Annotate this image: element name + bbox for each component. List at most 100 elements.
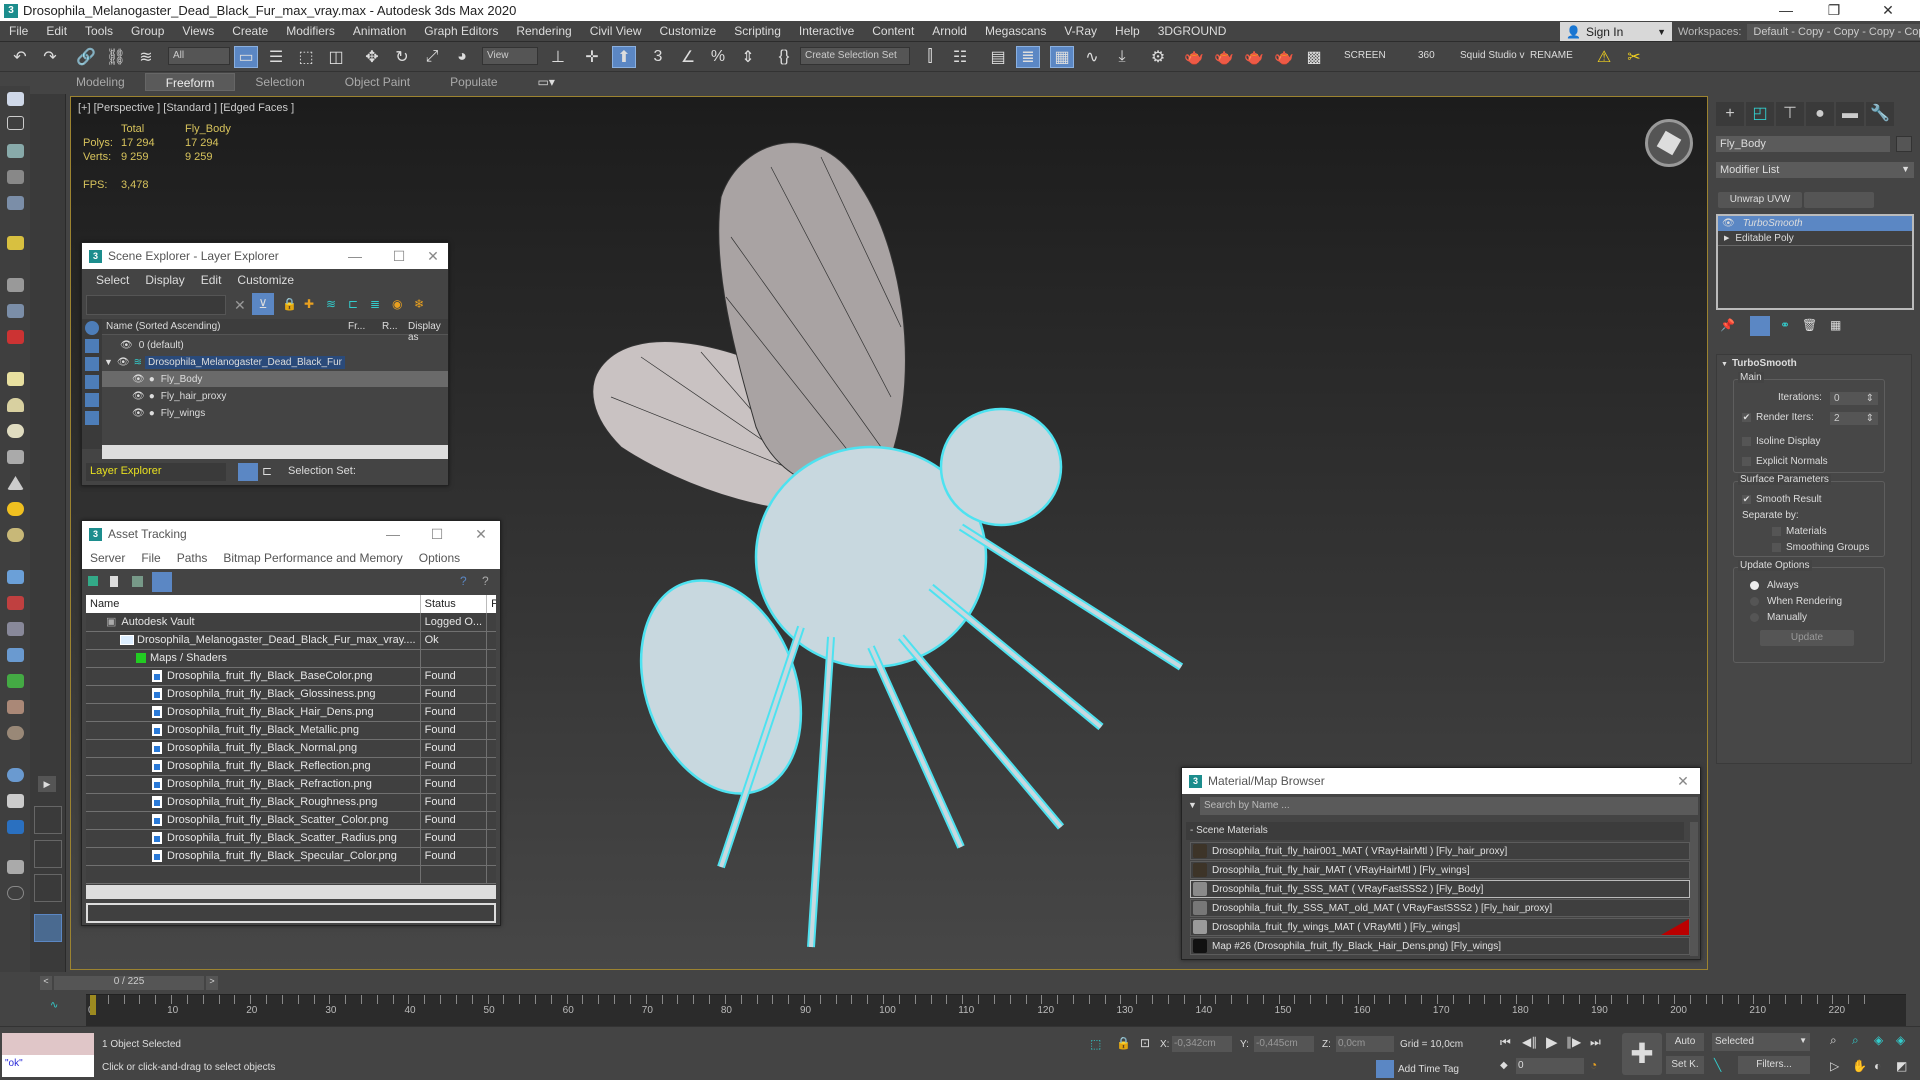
snaps-toggle-icon[interactable]: 3 bbox=[646, 46, 670, 68]
asset-tracking-titlebar[interactable]: 3 Asset Tracking — ☐ ✕ bbox=[82, 521, 500, 547]
cloud-icon[interactable] bbox=[7, 116, 24, 130]
close-button[interactable]: ✕ bbox=[1866, 0, 1910, 21]
next-frame-button[interactable]: > bbox=[206, 976, 218, 990]
tab-populate[interactable]: Populate bbox=[430, 73, 517, 91]
horizontal-scrollbar[interactable] bbox=[102, 445, 448, 459]
create-tab-icon[interactable]: + bbox=[1716, 102, 1744, 126]
teapot-create-icon[interactable] bbox=[7, 92, 24, 106]
materials-checkbox[interactable]: Materials bbox=[1772, 526, 1827, 537]
mesh-light-icon[interactable] bbox=[7, 450, 24, 464]
curve-editor-toggle-icon[interactable]: ∿ bbox=[50, 1000, 58, 1011]
ribbon-options-icon[interactable]: ▭▾ bbox=[518, 73, 575, 91]
display-tab-icon[interactable]: ▬ bbox=[1836, 102, 1864, 126]
column-render[interactable]: R... bbox=[382, 321, 398, 332]
set-key-big-button[interactable]: ✚ bbox=[1622, 1033, 1662, 1075]
physical-camera-icon[interactable] bbox=[7, 304, 24, 318]
object-row-selected[interactable]: 👁 ● Fly_Body bbox=[102, 371, 448, 387]
table-row[interactable]: Drosophila_fruit_fly_Black_Reflection.pn… bbox=[86, 757, 496, 776]
time-tag-icon[interactable] bbox=[1376, 1060, 1394, 1078]
layout-tab-3[interactable] bbox=[34, 874, 62, 902]
menu-edit[interactable]: Edit bbox=[37, 24, 76, 38]
layers-icon[interactable]: ≋ bbox=[326, 297, 336, 311]
pan-icon[interactable]: ✋ bbox=[1852, 1059, 1867, 1073]
plane-geometry-icon[interactable] bbox=[7, 570, 24, 584]
menu-create[interactable]: Create bbox=[223, 24, 277, 38]
viewport-label[interactable]: [+] [Perspective ] [Standard ] [Edged Fa… bbox=[78, 102, 294, 114]
update-button[interactable]: Update bbox=[1760, 630, 1854, 646]
eye-icon[interactable]: 👁 bbox=[132, 374, 145, 385]
vr-camera-icon[interactable] bbox=[7, 330, 24, 344]
scissors-icon[interactable]: ✂ bbox=[1622, 46, 1646, 68]
table-row[interactable]: Drosophila_fruit_fly_Black_BaseColor.png… bbox=[86, 667, 496, 686]
menu-civil-view[interactable]: Civil View bbox=[581, 24, 651, 38]
render-element-icon[interactable] bbox=[7, 794, 24, 808]
layout-tab-active[interactable] bbox=[34, 914, 62, 942]
stack-item-editable-poly[interactable]: ▶ Editable Poly bbox=[1718, 231, 1912, 246]
zoom-all-icon[interactable]: ⌕ bbox=[1852, 1033, 1859, 1048]
rollout-title[interactable]: ▼ TurboSmooth bbox=[1721, 358, 1797, 369]
zoom-extents-all-icon[interactable]: ◈ bbox=[1896, 1033, 1905, 1047]
table-row[interactable]: Drosophila_Melanogaster_Dead_Black_Fur_m… bbox=[86, 631, 496, 650]
expand-triangle-icon[interactable]: ▼ bbox=[104, 357, 113, 367]
tab-selection[interactable]: Selection bbox=[235, 73, 324, 91]
table-row[interactable]: ▣ Autodesk Vault Logged O... bbox=[86, 613, 496, 632]
x-coordinate-field[interactable]: -0,342cm bbox=[1172, 1036, 1232, 1052]
goto-end-icon[interactable]: ⏭ bbox=[1590, 1035, 1601, 1050]
explorer-mode-dropdown[interactable]: Layer Explorer bbox=[86, 463, 226, 481]
add-time-tag-button[interactable]: Add Time Tag bbox=[1398, 1064, 1459, 1075]
field-of-view-icon[interactable]: ▷ bbox=[1830, 1059, 1839, 1073]
import-icon[interactable] bbox=[7, 860, 24, 874]
spacewarps-filter-icon[interactable] bbox=[85, 411, 99, 425]
unlink-icon[interactable]: ⛓ bbox=[104, 46, 128, 68]
isoline-display-checkbox[interactable]: Isoline Display bbox=[1742, 436, 1820, 447]
material-item-selected[interactable]: Drosophila_fruit_fly_SSS_MAT ( VRayFastS… bbox=[1190, 880, 1690, 898]
object-row[interactable]: 👁 ● Fly_hair_proxy bbox=[102, 388, 448, 404]
menu-paths[interactable]: Paths bbox=[169, 551, 216, 565]
material-item[interactable]: Drosophila_fruit_fly_hair_MAT ( VRayHair… bbox=[1190, 861, 1690, 879]
menu-vray[interactable]: V-Ray bbox=[1055, 24, 1106, 38]
prev-key-icon[interactable]: ◀∥ bbox=[1522, 1035, 1537, 1049]
manually-radio[interactable]: Manually bbox=[1750, 612, 1807, 623]
menu-tools[interactable]: Tools bbox=[76, 24, 122, 38]
show-end-result-icon[interactable] bbox=[1750, 316, 1770, 336]
scene-search-input[interactable] bbox=[86, 295, 226, 315]
lock-icon[interactable]: 🔒 bbox=[282, 297, 297, 311]
stack-icon[interactable]: ≣ bbox=[370, 297, 380, 311]
rotate-icon[interactable]: ↻ bbox=[390, 46, 414, 68]
tab-object-paint[interactable]: Object Paint bbox=[325, 73, 430, 91]
current-frame-field[interactable]: 0 bbox=[1516, 1058, 1584, 1074]
utilities-tab-icon[interactable]: 🔧 bbox=[1866, 102, 1894, 126]
time-config-icon[interactable]: ◔ bbox=[1590, 1058, 1597, 1072]
menu-customize[interactable]: Customize bbox=[651, 24, 726, 38]
object-name-field[interactable]: Fly_Body bbox=[1716, 136, 1890, 152]
menu-graph-editors[interactable]: Graph Editors bbox=[415, 24, 507, 38]
prev-frame-button[interactable]: < bbox=[40, 976, 52, 990]
menu-bitmap-performance[interactable]: Bitmap Performance and Memory bbox=[215, 551, 410, 565]
table-row[interactable]: Drosophila_fruit_fly_Black_Scatter_Color… bbox=[86, 811, 496, 830]
squid-studio-button[interactable]: Squid Studio v bbox=[1460, 50, 1525, 61]
minimize-button[interactable]: — bbox=[338, 243, 372, 269]
column-status[interactable]: Status bbox=[420, 595, 488, 613]
scene-materials-header[interactable]: - Scene Materials bbox=[1186, 822, 1684, 840]
tab-modeling[interactable]: Modeling bbox=[56, 73, 145, 91]
visibility-layer-icon[interactable]: ◉ bbox=[392, 297, 402, 311]
rendered-frame-window-icon[interactable]: 🫖 bbox=[1212, 46, 1236, 68]
fly-body[interactable] bbox=[613, 407, 1184, 948]
rename-button[interactable]: RENAME bbox=[1530, 50, 1573, 61]
render-cloud-icon[interactable]: 🫖 bbox=[1272, 46, 1296, 68]
add-layer-icon[interactable]: ✚ bbox=[304, 297, 314, 311]
material-browser-titlebar[interactable]: 3 Material/Map Browser ✕ bbox=[1182, 768, 1700, 794]
set-key-button[interactable]: Set K. bbox=[1666, 1056, 1704, 1074]
eye-icon[interactable]: 👁 bbox=[120, 340, 133, 351]
edit-named-selection-icon[interactable]: {} bbox=[772, 46, 796, 68]
motion-tab-icon[interactable]: ● bbox=[1806, 102, 1834, 126]
list-panel-icon[interactable] bbox=[7, 170, 24, 184]
current-frame-marker[interactable] bbox=[90, 995, 96, 1015]
viewcube-face[interactable] bbox=[1656, 130, 1682, 156]
expand-triangle-icon[interactable]: ▶ bbox=[1724, 234, 1729, 242]
geometry-filter-icon[interactable] bbox=[85, 321, 99, 335]
list-view-icon[interactable] bbox=[110, 576, 118, 587]
key-tangent-icon[interactable]: ╲ bbox=[1714, 1058, 1721, 1072]
table-row[interactable]: Drosophila_fruit_fly_Black_Specular_Colo… bbox=[86, 847, 496, 866]
menu-file[interactable]: File bbox=[0, 24, 37, 38]
